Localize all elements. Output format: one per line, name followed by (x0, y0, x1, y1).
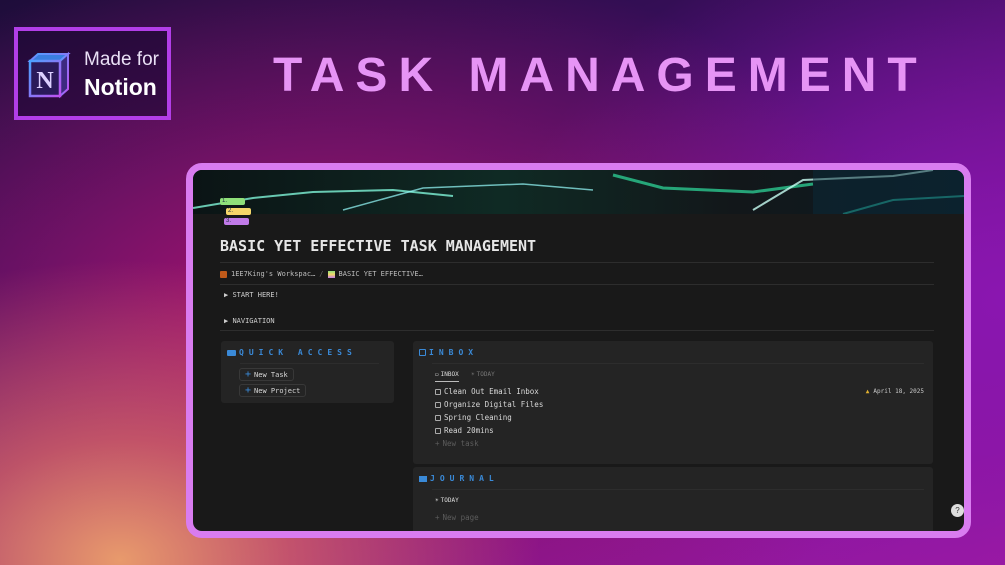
new-project-button[interactable]: + New Project (239, 384, 307, 397)
journal-title: JOURNAL (430, 474, 499, 483)
tab-inbox[interactable]: ▭ INBOX (435, 371, 459, 382)
sun-icon: ☀ (471, 371, 475, 378)
checkbox[interactable] (435, 388, 441, 395)
divider (432, 363, 924, 364)
due-date: April 18, 2025 (873, 388, 924, 395)
page-title: BASIC YET EFFECTIVE TASK MANAGEMENT (220, 237, 537, 255)
task-title: Read 20mins (444, 426, 494, 435)
inbox-icon: ▭ (435, 371, 439, 378)
plus-icon: + (435, 513, 440, 522)
book-icon (419, 475, 427, 482)
journal-card: JOURNAL ☀ TODAY + New page (413, 467, 933, 531)
view-label: TODAY (440, 497, 459, 504)
warning-icon: ▲ (865, 388, 870, 395)
badge-line2: Notion (84, 74, 157, 100)
inbox-header: INBOX (419, 348, 478, 357)
new-page-label: New page (442, 513, 479, 522)
task-item[interactable]: Organize Digital Files (435, 400, 543, 409)
breadcrumb: 1EE7King's Workspac… / BASIC YET EFFECTI… (220, 270, 423, 278)
divider (240, 363, 379, 364)
button-label: New Task (254, 370, 288, 379)
sun-icon: ☀ (435, 497, 439, 504)
breadcrumb-separator: / (319, 270, 324, 278)
tab-label: INBOX (440, 371, 459, 378)
list-badge-2: 2. (226, 208, 251, 215)
quick-access-title: QUICK ACCESS (239, 348, 357, 357)
home-icon (220, 270, 227, 278)
task-due-date: ▲ April 18, 2025 (866, 388, 924, 395)
plus-icon: + (245, 369, 252, 380)
notion-page-window: 1. 2. 3. BASIC YET EFFECTIVE TASK MANAGE… (186, 163, 971, 538)
headline: TASK MANAGEMENT (273, 49, 928, 102)
list-badge-1: 1. (220, 198, 245, 205)
tab-label: TODAY (476, 371, 495, 378)
toggle-label: START HERE! (232, 291, 279, 299)
journal-view-today[interactable]: ☀ TODAY (435, 497, 459, 504)
cover-circuit-art (193, 170, 964, 214)
quick-access-header: QUICK ACCESS (227, 348, 357, 357)
list-badge-3: 3. (224, 218, 249, 225)
new-task-button[interactable]: + New Task (239, 368, 294, 381)
inbox-icon (419, 349, 426, 356)
badge-line1: Made for (84, 49, 159, 70)
toggle-navigation[interactable]: ▶ NAVIGATION (224, 317, 275, 325)
breadcrumb-page[interactable]: BASIC YET EFFECTIVE… (339, 270, 423, 278)
new-page-row[interactable]: + New page (435, 513, 479, 522)
tab-today[interactable]: ☀ TODAY (471, 371, 495, 378)
checkbox[interactable] (435, 401, 441, 408)
task-title: Clean Out Email Inbox (444, 387, 539, 396)
inbox-card: INBOX ▭ INBOX ☀ TODAY Clean Out Email Inbo… (413, 341, 933, 464)
ticket-icon (227, 349, 236, 356)
checkbox[interactable] (435, 414, 441, 421)
notion-logo-icon: N (27, 51, 71, 99)
cover-image (193, 170, 964, 214)
journal-header: JOURNAL (419, 474, 499, 483)
new-task-label: New task (442, 439, 479, 448)
inbox-title: INBOX (429, 348, 479, 357)
plus-icon: + (435, 439, 440, 448)
divider (220, 330, 934, 331)
task-item[interactable]: Spring Cleaning (435, 413, 512, 422)
toggle-label: NAVIGATION (232, 317, 275, 325)
toggle-start-here[interactable]: ▶ START HERE! (224, 291, 279, 299)
help-button[interactable]: ? (951, 504, 964, 517)
task-title: Spring Cleaning (444, 413, 512, 422)
divider (220, 284, 934, 285)
task-item[interactable]: Read 20mins (435, 426, 494, 435)
checkbox[interactable] (435, 427, 441, 434)
breadcrumb-workspace[interactable]: 1EE7King's Workspac… (231, 270, 315, 278)
divider (220, 262, 934, 263)
task-title: Organize Digital Files (444, 400, 544, 409)
page-list-icon (327, 270, 335, 278)
quick-access-card: QUICK ACCESS + New Task + New Project (221, 341, 394, 403)
button-label: New Project (254, 386, 301, 395)
divider (432, 489, 924, 490)
new-task-row[interactable]: + New task (435, 439, 479, 448)
plus-icon: + (245, 385, 252, 396)
task-item[interactable]: Clean Out Email Inbox (435, 387, 539, 396)
made-for-notion-badge: N Made for Notion (14, 27, 171, 120)
svg-text:N: N (36, 68, 54, 94)
